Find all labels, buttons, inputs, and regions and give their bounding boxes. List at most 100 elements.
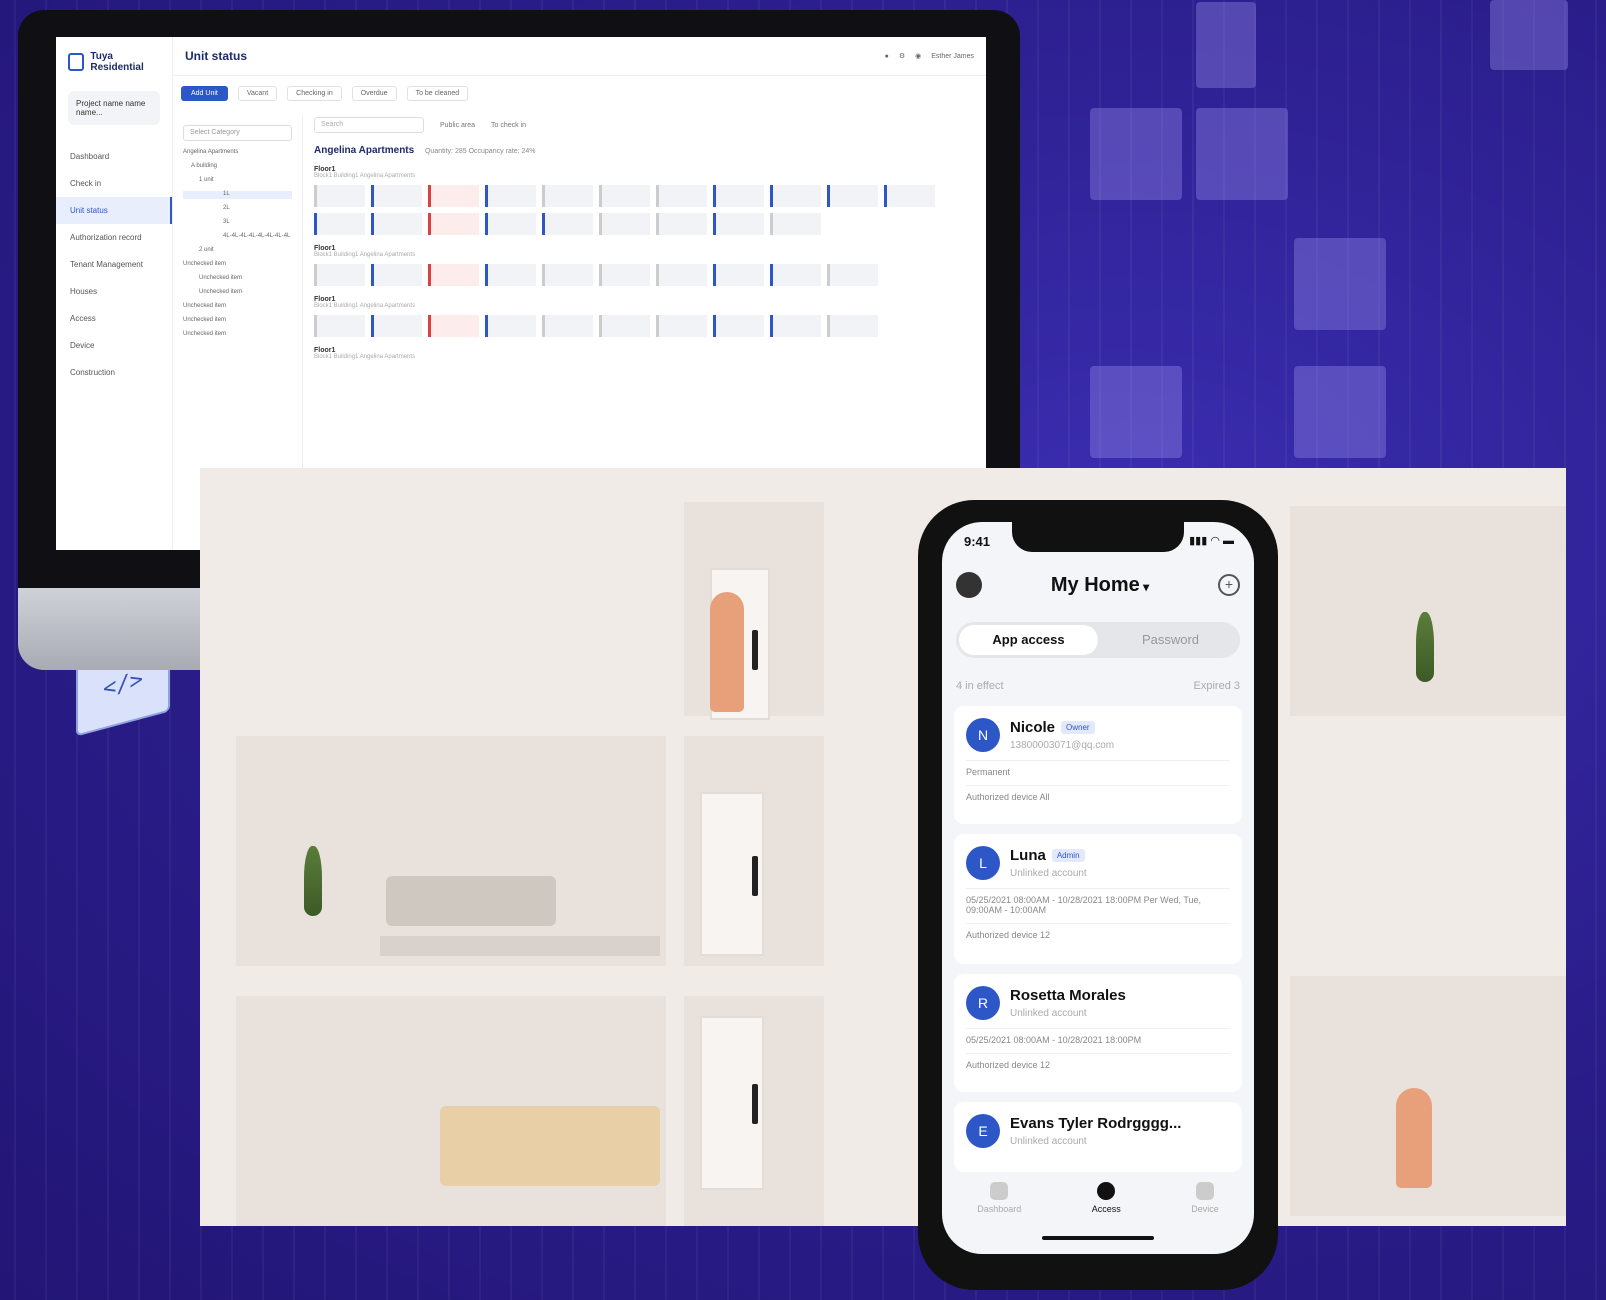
tree-item[interactable]: 2 unit [183, 247, 292, 255]
unit-cell[interactable] [599, 315, 650, 337]
filter-public-area[interactable]: Public area [440, 122, 475, 129]
tree-item[interactable]: Unchecked item [183, 289, 292, 297]
unit-cell[interactable] [770, 264, 821, 286]
filter-to-be-cleaned[interactable]: To be cleaned [406, 85, 469, 101]
filter-vacant[interactable]: Vacant [237, 85, 278, 101]
project-selector[interactable]: Project name name name... [68, 91, 160, 125]
unit-cell[interactable] [599, 264, 650, 286]
unit-cell[interactable] [827, 185, 878, 207]
home-avatar[interactable] [956, 572, 982, 598]
unit-cell[interactable] [770, 185, 821, 207]
user-menu[interactable]: ● ⚙ ◉ Esther James [885, 52, 974, 61]
tree-item[interactable]: 1L [183, 191, 292, 199]
tab-device[interactable]: Device [1191, 1182, 1219, 1214]
nav-houses[interactable]: Houses [56, 278, 172, 305]
nav-check-in[interactable]: Check in [56, 170, 172, 197]
bell-icon[interactable]: ● [885, 53, 889, 60]
unit-cell[interactable] [884, 185, 935, 207]
home-indicator [1042, 1236, 1154, 1240]
tree-item[interactable]: Unchecked item [183, 303, 292, 311]
unit-cell[interactable] [371, 213, 422, 235]
tree-item[interactable]: Angelina Apartments [183, 149, 292, 157]
unit-cell[interactable] [371, 264, 422, 286]
tab-password[interactable]: Password [1101, 622, 1240, 658]
expired-count[interactable]: Expired 3 [1194, 680, 1240, 692]
sidebar: Tuya Residential Project name name name.… [56, 37, 173, 550]
home-title[interactable]: My Home ▾ [1051, 574, 1149, 597]
unit-cell[interactable] [713, 315, 764, 337]
unit-cell[interactable] [656, 185, 707, 207]
unit-cell[interactable] [428, 264, 479, 286]
category-select[interactable]: Select Category [183, 125, 292, 141]
user-card[interactable]: N Nicole Owner 13800003071@qq.com Permane… [954, 706, 1242, 824]
user-card[interactable]: E Evans Tyler Rodrgggg... Unlinked accou… [954, 1102, 1242, 1172]
unit-cell[interactable] [827, 315, 878, 337]
user-avatar[interactable]: ◉ [915, 52, 921, 60]
smart-lock-icon [752, 630, 758, 670]
top-bar: Unit status ● ⚙ ◉ Esther James [173, 37, 986, 76]
authorized-devices: Authorized device 12 [966, 1053, 1230, 1070]
unit-cell[interactable] [485, 185, 536, 207]
unit-cell[interactable] [428, 213, 479, 235]
nav-construction[interactable]: Construction [56, 359, 172, 386]
unit-cell[interactable] [428, 185, 479, 207]
add-icon[interactable]: + [1217, 574, 1240, 596]
unit-cell[interactable] [428, 315, 479, 337]
nav-device[interactable]: Device [56, 332, 172, 359]
tree-item[interactable]: 2L [183, 205, 292, 213]
unit-cell[interactable] [827, 264, 878, 286]
unit-cell[interactable] [314, 315, 365, 337]
tree-item[interactable]: 3L [183, 219, 292, 227]
tree-item[interactable]: Unchecked item [183, 275, 292, 283]
unit-cell[interactable] [371, 185, 422, 207]
unit-cell[interactable] [656, 315, 707, 337]
tab-app-access[interactable]: App access [959, 625, 1098, 655]
unit-cell[interactable] [542, 213, 593, 235]
unit-cell[interactable] [542, 264, 593, 286]
unit-cell[interactable] [656, 264, 707, 286]
tree-item[interactable]: 4L-4L-4L-4L-4L-4L-4L-4L [183, 233, 292, 241]
nav-tenant-management[interactable]: Tenant Management [56, 251, 172, 278]
unit-cell[interactable] [371, 315, 422, 337]
unit-cell[interactable] [542, 185, 593, 207]
unit-cell[interactable] [656, 213, 707, 235]
tree-item[interactable]: Unchecked item [183, 317, 292, 325]
unit-cell[interactable] [770, 315, 821, 337]
unit-cell[interactable] [713, 264, 764, 286]
unit-cell[interactable] [485, 213, 536, 235]
tree-item[interactable]: 1 unit [183, 177, 292, 185]
user-initial-avatar: R [966, 986, 1000, 1020]
search-input[interactable]: Search [314, 117, 424, 133]
unit-cell[interactable] [713, 185, 764, 207]
filter-checking-in[interactable]: Checking in [287, 85, 342, 101]
unit-cell[interactable] [485, 315, 536, 337]
filter-overdue[interactable]: Overdue [351, 85, 397, 101]
tab-access[interactable]: Access [1092, 1182, 1121, 1214]
nav-authorization-record[interactable]: Authorization record [56, 224, 172, 251]
user-name: Evans Tyler Rodrgggg... [1010, 1115, 1182, 1132]
add-unit-button[interactable]: Add Unit [181, 85, 228, 101]
background-tile [1490, 0, 1568, 70]
unit-cell[interactable] [314, 213, 365, 235]
tree-item[interactable]: Unchecked item [183, 331, 292, 339]
unit-cell[interactable] [599, 185, 650, 207]
unit-cell[interactable] [485, 264, 536, 286]
nav-dashboard[interactable]: Dashboard [56, 143, 172, 170]
filter-to-check-in[interactable]: To check in [491, 122, 526, 129]
settings-icon[interactable]: ⚙ [899, 52, 905, 60]
rug [380, 936, 660, 956]
tab-dashboard[interactable]: Dashboard [977, 1182, 1021, 1214]
unit-cell[interactable] [314, 185, 365, 207]
unit-cell[interactable] [599, 213, 650, 235]
unit-cell[interactable] [713, 213, 764, 235]
nav-access[interactable]: Access [56, 305, 172, 332]
unit-cell[interactable] [770, 213, 821, 235]
user-card[interactable]: R Rosetta Morales Unlinked account 05/25… [954, 974, 1242, 1092]
tree-item[interactable]: A building [183, 163, 292, 171]
unit-cell[interactable] [314, 264, 365, 286]
brand-logo[interactable]: Tuya Residential [56, 37, 172, 87]
tree-item[interactable]: Unchecked item [183, 261, 292, 269]
unit-cell[interactable] [542, 315, 593, 337]
nav-unit-status[interactable]: Unit status [56, 197, 172, 224]
user-card[interactable]: L Luna Admin Unlinked account 05/25/2021 … [954, 834, 1242, 964]
